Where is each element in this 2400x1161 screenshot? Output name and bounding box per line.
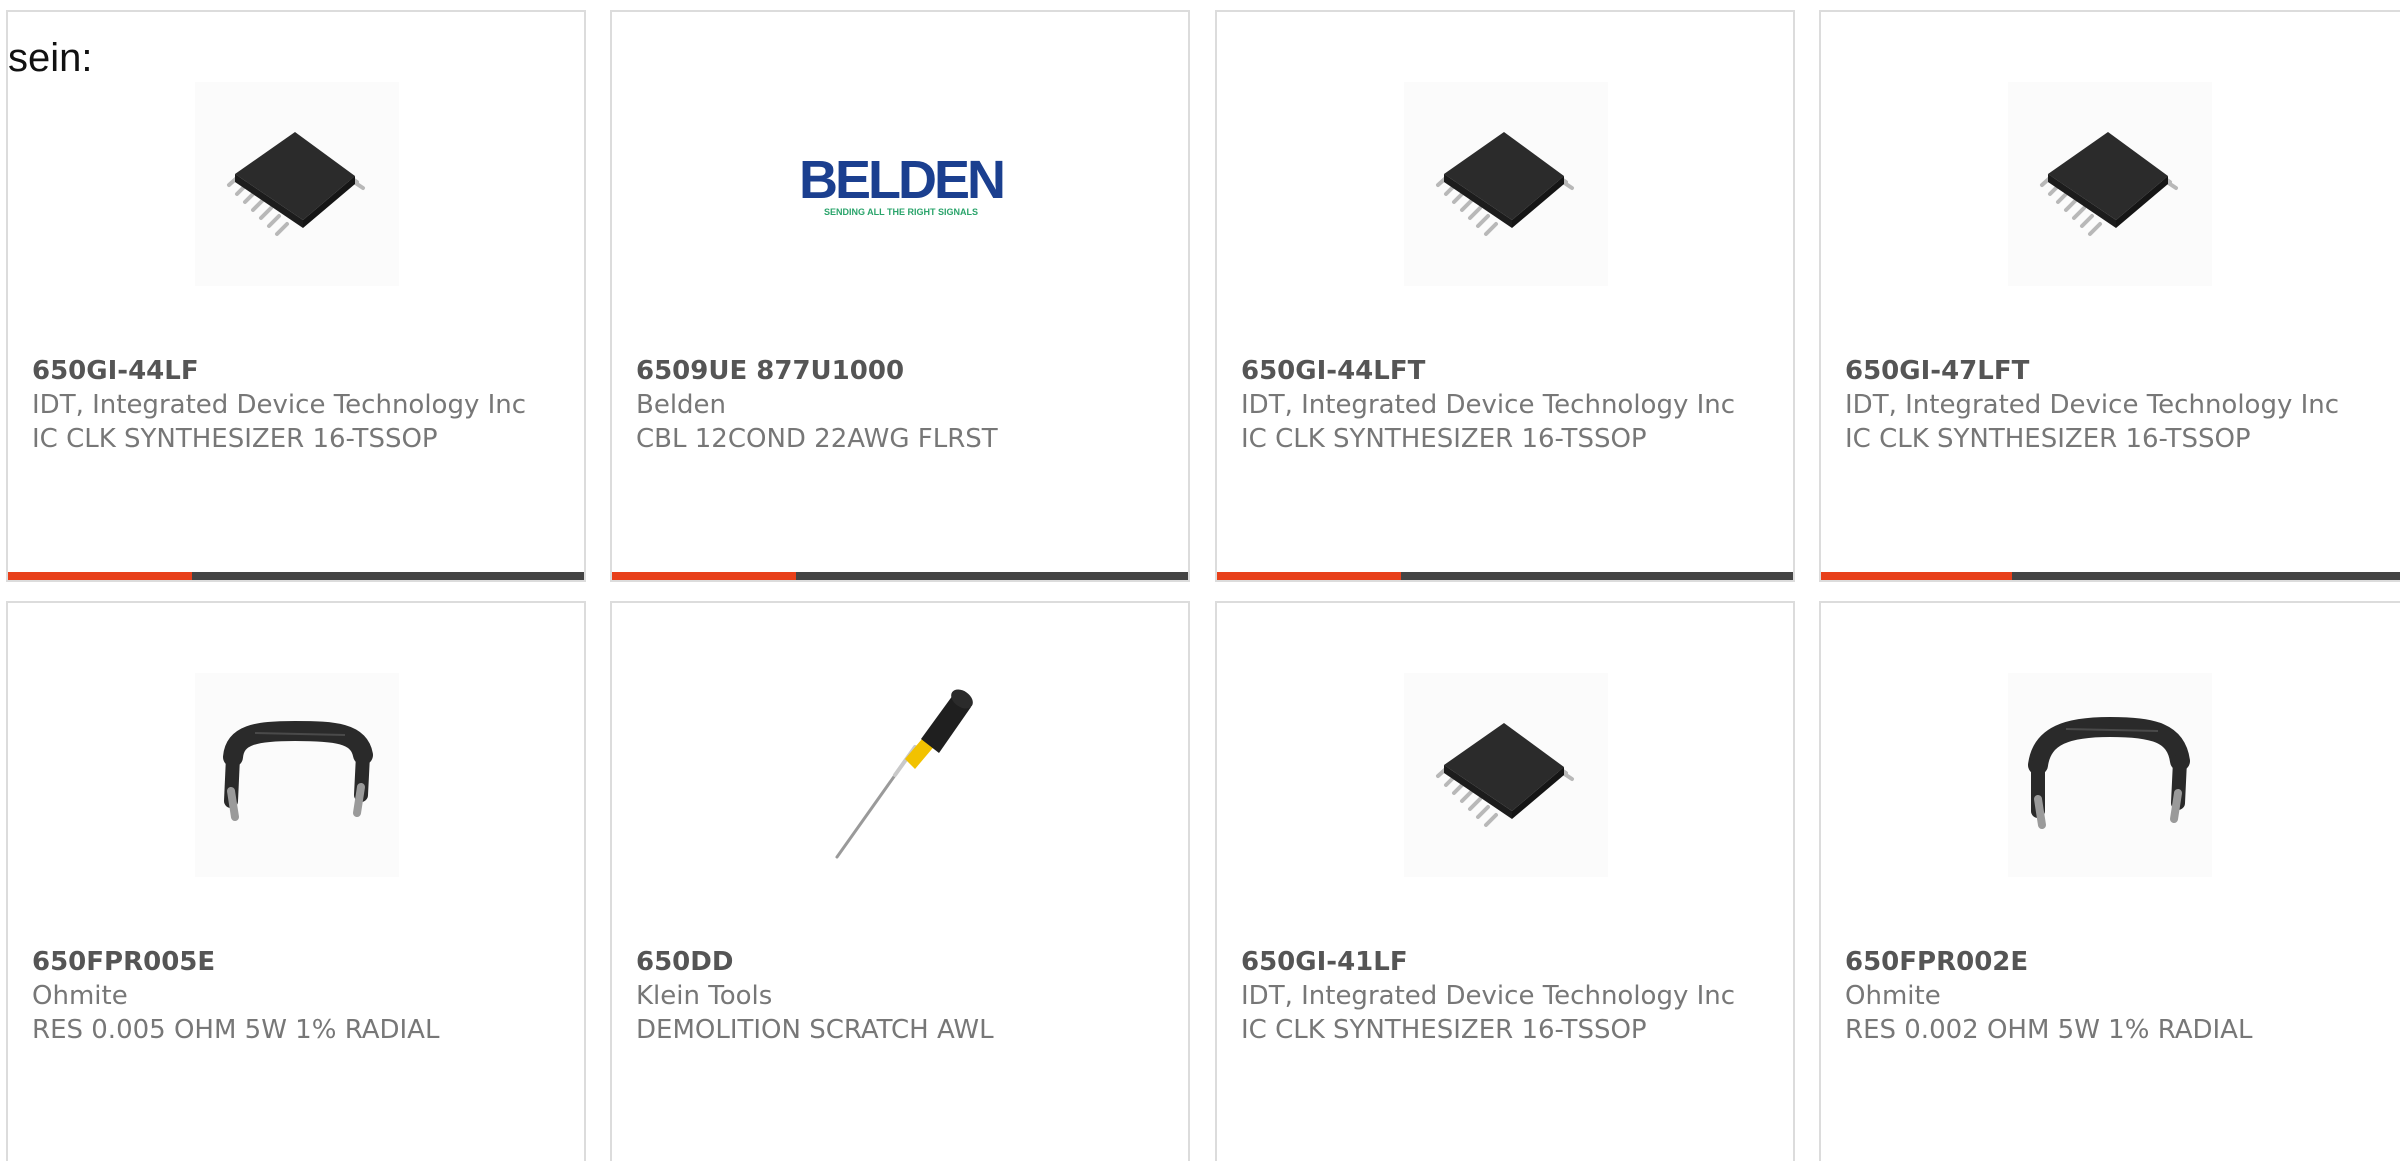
progress-bar [1217,572,1793,580]
progress-fill [1217,572,1402,580]
part-number[interactable]: 650DD [636,945,1168,979]
belden-logo: BELDEN SENDING ALL THE RIGHT SIGNALS [799,82,1003,286]
radial-resistor-image [195,673,399,877]
tssop-chip-image [1404,82,1608,286]
tssop-chip-image [2008,82,2212,286]
manufacturer: Klein Tools [636,981,773,1011]
product-card[interactable]: 650GI-44LF IDT, Integrated Device Techno… [6,10,586,582]
part-number[interactable]: 650FPR002E [1845,945,2399,979]
scratch-awl-image [799,673,1003,877]
part-number[interactable]: 6509UE 877U1000 [636,354,1168,388]
manufacturer: Belden [636,390,727,420]
tssop-chip-image [1404,673,1608,877]
manufacturer: IDT, Integrated Device Technology Inc [1241,390,1736,420]
radial-resistor-image [2008,673,2212,877]
product-card[interactable]: 650GI-47LFT IDT, Integrated Device Techn… [1819,10,2400,582]
product-card[interactable]: 650DD Klein Tools DEMOLITION SCRATCH AWL [610,601,1190,1161]
lead-text: sein: [8,36,93,80]
description: RES 0.002 OHM 5W 1% RADIAL [1845,1015,2253,1045]
progress-bar [8,572,584,580]
manufacturer: Ohmite [1845,981,1941,1011]
description: IC CLK SYNTHESIZER 16-TSSOP [1845,424,2251,454]
manufacturer: IDT, Integrated Device Technology Inc [32,390,527,420]
progress-bar [1821,572,2400,580]
part-number[interactable]: 650FPR005E [32,945,564,979]
description: IC CLK SYNTHESIZER 16-TSSOP [1241,1015,1647,1045]
description: RES 0.005 OHM 5W 1% RADIAL [32,1015,440,1045]
part-number[interactable]: 650GI-44LFT [1241,354,1773,388]
tssop-chip-image [195,82,399,286]
logo-wordmark: BELDEN [799,150,1003,210]
part-number[interactable]: 650GI-44LF [32,354,564,388]
manufacturer: IDT, Integrated Device Technology Inc [1241,981,1736,1011]
product-card[interactable]: 650GI-44LFT IDT, Integrated Device Techn… [1215,10,1795,582]
description: IC CLK SYNTHESIZER 16-TSSOP [1241,424,1647,454]
product-card[interactable]: 650FPR005E Ohmite RES 0.005 OHM 5W 1% RA… [6,601,586,1161]
product-grid-page: sein: 650GI-44LF IDT, Integrated Device … [0,0,2400,1161]
description: CBL 12COND 22AWG FLRST [636,424,998,454]
description: DEMOLITION SCRATCH AWL [636,1015,994,1045]
product-card[interactable]: 650GI-41LF IDT, Integrated Device Techno… [1215,601,1795,1161]
product-card[interactable]: BELDEN SENDING ALL THE RIGHT SIGNALS 650… [610,10,1190,582]
logo-tagline: SENDING ALL THE RIGHT SIGNALS [824,207,978,217]
manufacturer: Ohmite [32,981,128,1011]
manufacturer: IDT, Integrated Device Technology Inc [1845,390,2340,420]
product-card[interactable]: 650FPR002E Ohmite RES 0.002 OHM 5W 1% RA… [1819,601,2400,1161]
progress-fill [1821,572,2013,580]
description: IC CLK SYNTHESIZER 16-TSSOP [32,424,438,454]
part-number[interactable]: 650GI-47LFT [1845,354,2399,388]
progress-fill [8,572,193,580]
part-number[interactable]: 650GI-41LF [1241,945,1773,979]
progress-fill [612,572,797,580]
progress-bar [612,572,1188,580]
